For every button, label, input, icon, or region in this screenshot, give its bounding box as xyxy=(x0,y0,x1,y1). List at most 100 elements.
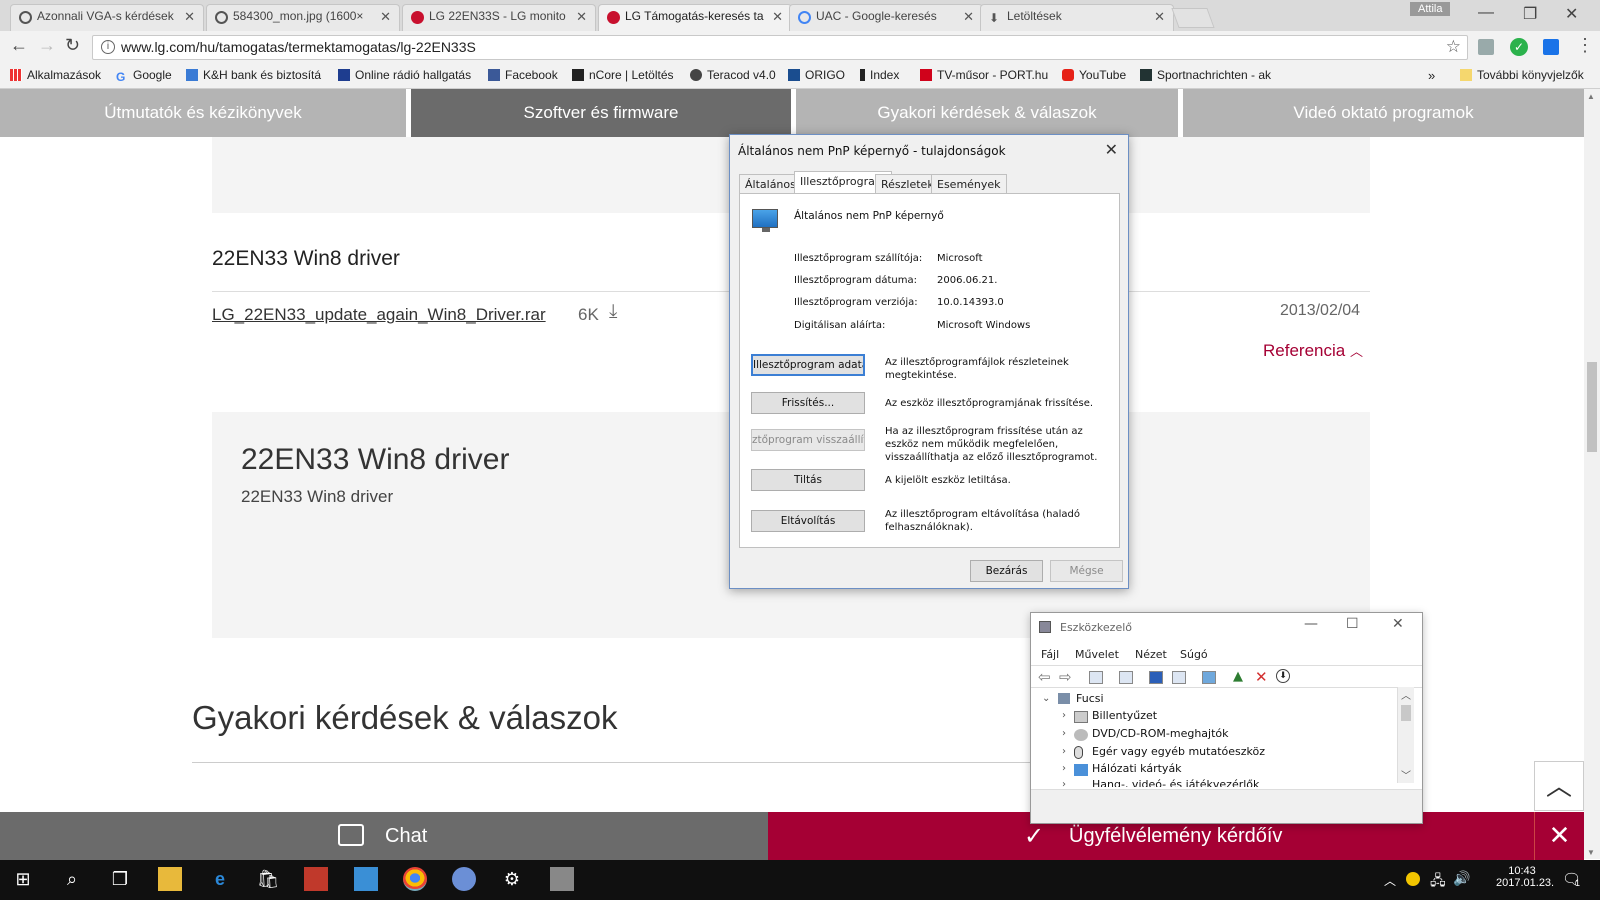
tab-close-icon[interactable]: ✕ xyxy=(184,9,195,25)
browser-tab[interactable]: LG 22EN33S - LG monito ✕ xyxy=(402,4,596,31)
chat-bar[interactable]: Chat xyxy=(0,812,768,860)
tree-root[interactable]: Fucsi xyxy=(1076,692,1104,705)
scroll-down-icon[interactable]: ﹀ xyxy=(1401,767,1411,782)
chevron-up-icon[interactable]: ︿ xyxy=(1384,872,1396,889)
tab-events[interactable]: Események xyxy=(931,174,1007,194)
scroll-up-icon[interactable]: ︿ xyxy=(1401,687,1411,702)
extension-icon[interactable] xyxy=(1543,39,1559,55)
menu-help[interactable]: Súgó xyxy=(1180,648,1208,661)
properties-icon[interactable] xyxy=(1089,671,1103,684)
view-icon[interactable] xyxy=(1119,671,1133,684)
menu-view[interactable]: Nézet xyxy=(1135,648,1167,661)
menu-action[interactable]: Művelet xyxy=(1075,648,1119,661)
update-driver-button[interactable]: Frissítés... xyxy=(751,392,865,414)
edge-icon[interactable]: e xyxy=(208,867,232,891)
other-bookmarks[interactable]: További könyvjelzők xyxy=(1460,68,1584,82)
tree-scrollbar[interactable]: ︿ ﹀ xyxy=(1397,687,1414,783)
bookmark-item[interactable]: Sportnachrichten - ak xyxy=(1140,68,1271,82)
tab-software-firmware[interactable]: Szoftver és firmware xyxy=(411,89,791,137)
minimize-icon[interactable]: — xyxy=(1304,616,1318,632)
tab-close-icon[interactable]: ✕ xyxy=(963,9,974,25)
tab-close-icon[interactable]: ✕ xyxy=(380,9,391,25)
windows-start-icon[interactable]: ⊞ xyxy=(11,867,35,891)
tab-general[interactable]: Általános xyxy=(739,174,802,194)
restore-icon[interactable]: ❐ xyxy=(1523,4,1537,24)
volume-icon[interactable]: 🔊 xyxy=(1453,870,1470,887)
bookmark-item[interactable]: Online rádió hallgatás xyxy=(338,68,471,82)
reference-link[interactable]: Referencia ︿ xyxy=(1263,341,1363,361)
tree-item[interactable]: Egér vagy egyéb mutatóeszköz xyxy=(1092,745,1265,758)
menu-file[interactable]: Fájl xyxy=(1041,648,1059,661)
tree-item[interactable]: Hálózati kártyák xyxy=(1092,762,1182,775)
view-icon[interactable] xyxy=(1172,671,1186,684)
file-explorer-icon[interactable] xyxy=(158,867,182,891)
info-icon[interactable]: i xyxy=(101,40,115,54)
maximize-icon[interactable]: ☐ xyxy=(1346,616,1359,632)
tab-close-icon[interactable]: ✕ xyxy=(576,9,587,25)
tray-app-icon[interactable] xyxy=(1406,872,1420,886)
tab-manuals[interactable]: Útmutatók és kézikönyvek xyxy=(0,89,406,137)
bookmark-apps[interactable]: Alkalmazások xyxy=(10,68,101,82)
store-icon[interactable]: 🛍 xyxy=(256,867,280,891)
disable-device-icon[interactable]: ⬇ xyxy=(1276,669,1290,683)
bookmark-item[interactable]: TV-műsor - PORT.hu xyxy=(920,68,1048,82)
bookmark-item[interactable]: K&H bank és biztosítá xyxy=(186,68,321,82)
scrollbar-thumb[interactable] xyxy=(1401,705,1411,721)
settings-gear-icon[interactable]: ⚙ xyxy=(500,867,524,891)
scroll-up-icon[interactable]: ▲ xyxy=(1587,92,1595,101)
menu-dots-icon[interactable]: ⋮ xyxy=(1576,35,1594,56)
bookmark-item[interactable]: Teracod v4.0 xyxy=(690,68,776,82)
back-arrow-icon[interactable]: ← xyxy=(10,35,28,56)
address-bar[interactable]: i www.lg.com/hu/tamogatas/termektamogata… xyxy=(92,35,1468,60)
bookmark-item[interactable]: G Google xyxy=(116,68,172,84)
app-icon[interactable] xyxy=(354,867,378,891)
uninstall-icon[interactable]: ✕ xyxy=(1255,668,1268,686)
reload-icon[interactable]: ↻ xyxy=(65,35,80,56)
back-arrow-icon[interactable]: ⇦ xyxy=(1038,668,1051,686)
driver-details-button[interactable]: Illesztőprogram adatai xyxy=(751,354,865,376)
forward-arrow-icon[interactable]: → xyxy=(38,35,56,56)
page-scrollbar-thumb[interactable] xyxy=(1587,362,1597,452)
rollback-driver-button[interactable]: ztőprogram visszaállítás xyxy=(751,429,865,451)
chevron-right-icon[interactable]: › xyxy=(1062,779,1066,787)
bookmark-item[interactable]: Index xyxy=(860,68,899,82)
bookmarks-overflow-button[interactable]: » xyxy=(1428,68,1435,83)
scan-hardware-icon[interactable] xyxy=(1202,671,1216,684)
bookmark-item[interactable]: nCore | Letöltés xyxy=(572,68,674,82)
browser-tab[interactable]: ⬇ Letöltések ✕ xyxy=(980,4,1174,31)
clock[interactable]: 10:43 2017.01.23. xyxy=(1496,865,1554,889)
chevron-right-icon[interactable]: › xyxy=(1062,746,1066,757)
browser-tab[interactable]: 584300_mon.jpg (1600× ✕ xyxy=(206,4,400,31)
new-tab-button[interactable] xyxy=(1171,8,1215,28)
tree-item[interactable]: Hang-, videó- és játékvezérlők xyxy=(1092,778,1259,787)
bookmark-item[interactable]: Facebook xyxy=(488,68,558,82)
tab-video-tutorials[interactable]: Videó oktató programok xyxy=(1183,89,1584,137)
driver-download-link[interactable]: LG_22EN33_update_again_Win8_Driver.rar xyxy=(212,305,546,325)
page-scrollbar[interactable] xyxy=(1584,89,1600,859)
browser-tab[interactable]: Azonnali VGA-s kérdések ✕ xyxy=(10,4,204,31)
disable-device-button[interactable]: Tiltás xyxy=(751,469,865,491)
browser-tab[interactable]: UAC - Google-keresés ✕ xyxy=(789,4,983,31)
chevron-down-icon[interactable]: ⌄ xyxy=(1042,693,1050,704)
cancel-button[interactable]: Mégse xyxy=(1050,560,1123,582)
scroll-to-top-button[interactable]: ︿ xyxy=(1534,761,1584,811)
tab-faq[interactable]: Gyakori kérdések & válaszok xyxy=(796,89,1178,137)
help-icon[interactable] xyxy=(1149,671,1163,684)
download-icon[interactable]: ⤓ xyxy=(609,301,617,323)
chrome-icon[interactable] xyxy=(403,867,427,891)
device-manager-taskbar-icon[interactable] xyxy=(550,867,574,891)
scroll-down-icon[interactable]: ▼ xyxy=(1587,848,1595,857)
chevron-right-icon[interactable]: › xyxy=(1062,728,1066,739)
bookmark-item[interactable]: ORIGO xyxy=(788,68,845,82)
window-close-icon[interactable]: ✕ xyxy=(1565,4,1578,24)
minimize-icon[interactable]: — xyxy=(1478,4,1494,22)
forward-arrow-icon[interactable]: ⇨ xyxy=(1059,668,1072,686)
chevron-right-icon[interactable]: › xyxy=(1062,710,1066,721)
network-icon[interactable]: 🖧 xyxy=(1430,870,1446,894)
add-driver-icon[interactable]: ▲ xyxy=(1233,669,1243,684)
tab-close-icon[interactable]: ✕ xyxy=(1154,9,1165,25)
tab-details[interactable]: Részletek xyxy=(875,174,940,194)
uninstall-driver-button[interactable]: Eltávolítás xyxy=(751,510,865,532)
tree-item[interactable]: DVD/CD-ROM-meghajtók xyxy=(1092,727,1229,740)
chevron-right-icon[interactable]: › xyxy=(1062,763,1066,774)
